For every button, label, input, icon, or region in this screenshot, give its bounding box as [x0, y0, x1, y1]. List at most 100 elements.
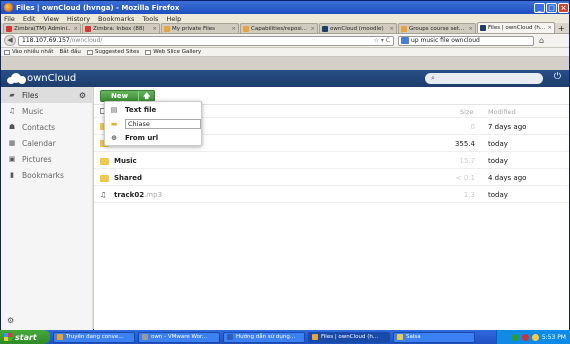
settings-icon[interactable]: ⚙ — [7, 316, 14, 325]
new-text-file-item[interactable]: ▤ Text file — [105, 103, 201, 116]
settings-gear-icon[interactable]: ⚙ — [79, 91, 86, 100]
search-engine-icon[interactable] — [401, 37, 409, 44]
file-row[interactable]: ♫ track02 .mp3 1.3 today — [94, 187, 569, 203]
taskbar-button[interactable]: own - VMware Wor... — [138, 331, 220, 343]
file-name[interactable]: ♫ track02 .mp3 — [100, 191, 162, 199]
new-button[interactable]: New 🡅 — [100, 89, 156, 102]
audio-file-icon: ♫ — [100, 191, 107, 199]
minimize-button[interactable]: _ — [534, 2, 545, 13]
menu-help[interactable]: Help — [166, 15, 181, 23]
sidebar-item-pictures[interactable]: ▣ Pictures — [1, 151, 92, 167]
tab-favicon-icon — [6, 25, 12, 32]
reload-icon[interactable]: ☆ ▾ C — [374, 37, 390, 44]
folder-icon: ▰ — [9, 91, 15, 99]
bookmark-most-visited[interactable]: Vào nhiều nhất — [4, 49, 53, 55]
bookmark-web-slice-gallery[interactable]: Web Slice Gallery — [145, 49, 201, 55]
new-folder-name-input[interactable] — [125, 118, 201, 129]
tab-favicon-icon — [401, 25, 407, 32]
taskbar-app-icon — [397, 334, 403, 340]
browser-tab[interactable]: My private Files × — [161, 23, 239, 33]
window-title: Files | ownCloud (hvnga) - Mozilla Firef… — [16, 3, 180, 12]
image-icon: ▣ — [8, 155, 16, 163]
web-search-value: up music file owncloud — [411, 37, 480, 44]
new-tab-button[interactable]: + — [558, 24, 565, 33]
file-size: 15.7 — [459, 157, 475, 165]
new-folder-item[interactable]: ▬ — [105, 117, 201, 130]
sidebar-item-files[interactable]: ▰ Files ⚙ — [1, 87, 92, 103]
browser-tab[interactable]: Files | ownCloud (h... × — [477, 22, 555, 33]
bookmark-label: Web Slice Gallery — [153, 49, 202, 55]
text-file-label: Text file — [125, 105, 157, 114]
tab-close-icon[interactable]: × — [389, 26, 394, 32]
column-size[interactable]: Size — [460, 108, 473, 116]
upload-arrow-icon[interactable]: 🡅 — [138, 90, 154, 101]
sidebar-item-label: Files — [22, 90, 39, 100]
file-size: < 0.1 — [455, 174, 475, 182]
tab-favicon-icon — [322, 25, 328, 32]
close-button[interactable]: × — [558, 2, 569, 13]
logo-text: ownCloud — [27, 72, 77, 84]
url-host: 118.107.69.157 — [22, 37, 70, 44]
browser-tab[interactable]: ownCloud (moodle) × — [319, 23, 397, 33]
menu-history[interactable]: History — [67, 15, 90, 23]
sidebar-item-label: Calendar — [22, 138, 56, 148]
tab-close-icon[interactable]: × — [468, 26, 473, 32]
file-name[interactable]: Music — [100, 157, 137, 165]
file-row[interactable]: Shared < 0.1 4 days ago — [94, 170, 569, 186]
taskbar-button-label: own - VMware Wor... — [151, 334, 207, 340]
web-search-box[interactable]: up music file owncloud — [398, 35, 534, 46]
sidebar-item-bookmarks[interactable]: ▮ Bookmarks — [1, 167, 92, 183]
tab-close-icon[interactable]: × — [152, 26, 157, 32]
start-button[interactable]: start — [0, 330, 50, 344]
url-bar[interactable]: 118.107.69.157 /owncloud/ ☆ ▾ C — [18, 35, 394, 46]
sidebar-item-contacts[interactable]: ☗ Contacts — [1, 119, 92, 135]
taskbar-button[interactable]: Files | ownCloud (h... — [308, 331, 390, 343]
menu-edit[interactable]: Edit — [23, 15, 36, 23]
tray-icon[interactable] — [521, 333, 529, 341]
taskbar-button[interactable]: Salsa — [393, 331, 475, 343]
maximize-button[interactable]: □ — [546, 2, 557, 13]
browser-tab[interactable]: Groups course set... × — [398, 23, 476, 33]
bookmark-getting-started[interactable]: Bắt đầu — [59, 49, 80, 55]
home-icon[interactable]: ⌂ — [539, 36, 544, 45]
browser-tab[interactable]: Capabilities/reposi... × — [240, 23, 318, 33]
back-button[interactable]: ◀ — [4, 35, 16, 46]
tab-label: Files | ownCloud (h... — [488, 25, 546, 31]
new-from-url-item[interactable]: ⊕ From url — [105, 131, 201, 144]
bookmark-label: Vào nhiều nhất — [12, 49, 54, 55]
taskbar-button[interactable]: Hướng dẫn sử dụng... — [223, 331, 305, 343]
browser-tab[interactable]: Zimbra(TM) Admini... × — [3, 23, 81, 33]
sidebar-item-calendar[interactable]: ▦ Calendar — [1, 135, 92, 151]
bookmark-icon — [86, 49, 93, 55]
bookmark-label: Suggested Sites — [94, 49, 140, 55]
menu-view[interactable]: View — [43, 15, 58, 23]
tab-close-icon[interactable]: × — [310, 26, 315, 32]
file-row[interactable]: Music 15.7 today — [94, 153, 569, 169]
bookmark-suggested-sites[interactable]: Suggested Sites — [86, 49, 140, 55]
tray-icon[interactable] — [511, 333, 519, 341]
taskbar-button[interactable]: Truyền đang conve... — [53, 331, 135, 343]
firefox-icon — [4, 3, 13, 12]
tray-icon[interactable] — [531, 333, 539, 341]
browser-tab[interactable]: Zimbra: Inbox (88) × — [82, 23, 160, 33]
owncloud-logo[interactable]: ownCloud — [5, 71, 76, 85]
tab-label: Groups course set... — [409, 25, 465, 32]
folder-icon — [100, 157, 109, 165]
menu-tools[interactable]: Tools — [142, 15, 158, 23]
sidebar-item-music[interactable]: ♫ Music — [1, 103, 92, 119]
tab-close-icon[interactable]: × — [547, 25, 552, 31]
windows-taskbar: start Truyền đang conve... own - VMware W… — [0, 330, 570, 344]
tab-close-icon[interactable]: × — [231, 26, 236, 32]
menu-file[interactable]: File — [4, 15, 15, 23]
title-bar[interactable]: Files | ownCloud (hvnga) - Mozilla Firef… — [1, 1, 569, 14]
taskbar-button-label: Files | ownCloud (h... — [321, 334, 379, 340]
navigation-bar: ◀ 118.107.69.157 /owncloud/ ☆ ▾ C up mus… — [1, 34, 569, 48]
owncloud-search-input[interactable]: ⌕ — [425, 73, 543, 84]
column-modified[interactable]: Modified — [488, 108, 516, 116]
tab-close-icon[interactable]: × — [73, 26, 78, 32]
file-modified: 4 days ago — [488, 174, 527, 182]
file-name[interactable]: Shared — [100, 174, 142, 182]
text-file-icon: ▤ — [110, 105, 118, 114]
logout-icon[interactable]: ⏻ — [554, 72, 561, 82]
menu-bookmarks[interactable]: Bookmarks — [98, 15, 134, 23]
